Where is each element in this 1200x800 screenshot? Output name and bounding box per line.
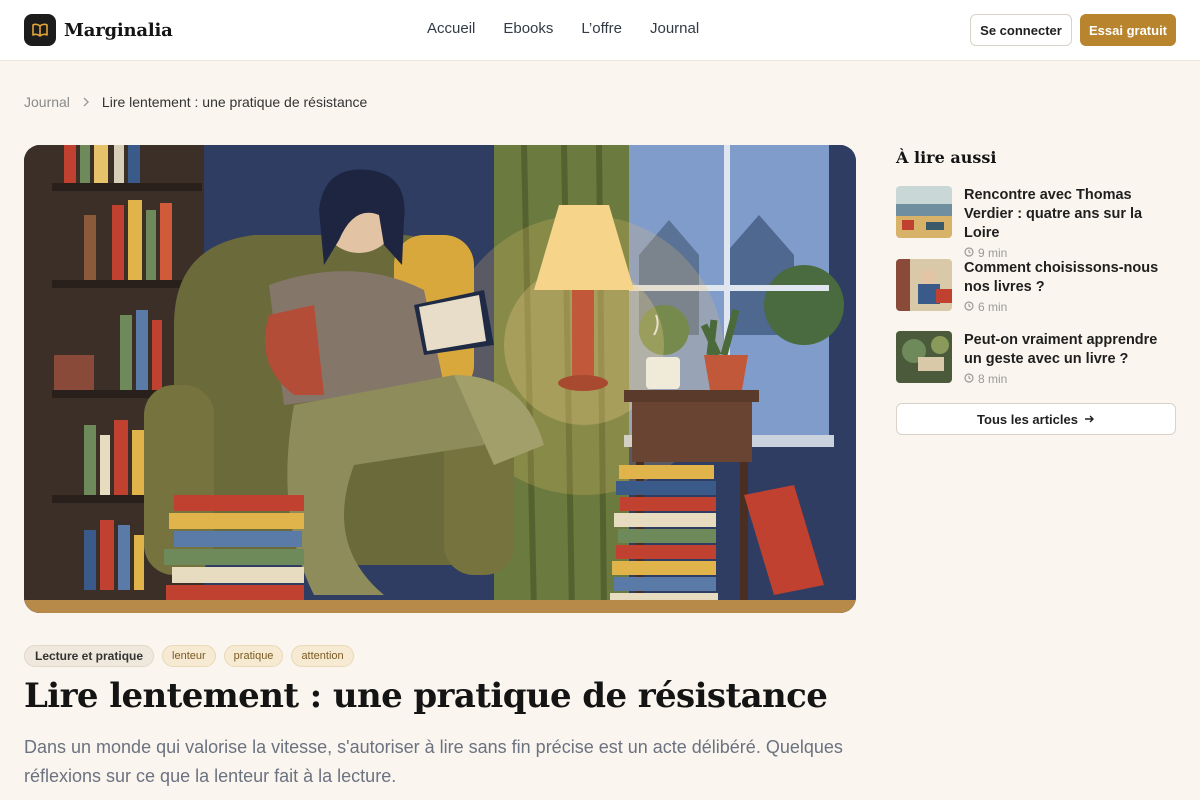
main-nav: Accueil Ebooks L’offre Journal	[427, 20, 699, 37]
login-button[interactable]: Se connecter	[970, 14, 1072, 46]
related-article-title: Comment choisissons-nous nos livres ?	[964, 260, 1159, 295]
brand-logo[interactable]: Marginalia	[24, 14, 173, 46]
chevron-right-icon	[82, 94, 90, 110]
breadcrumb-current: Lire lentement : une pratique de résista…	[101, 94, 368, 110]
related-article-card[interactable]: Comment choisissons-nous nos livres ? 6 …	[896, 259, 1176, 314]
reading-time-text: 9 min	[978, 246, 1008, 260]
breadcrumb: Journal Lire lentement : une pratique de…	[24, 94, 367, 110]
free-trial-button[interactable]: Essai gratuit	[1080, 14, 1176, 46]
article-thumbnail	[896, 259, 952, 311]
reading-time: 8 min	[964, 372, 1176, 386]
related-article-card[interactable]: Rencontre avec Thomas Verdier : quatre a…	[896, 186, 1176, 260]
tag-chip[interactable]: lenteur	[162, 645, 216, 667]
nav-item-journal[interactable]: Journal	[650, 20, 699, 37]
reading-time: 6 min	[964, 300, 1176, 314]
arrow-right-icon	[1084, 412, 1095, 427]
all-articles-button[interactable]: Tous les articles	[896, 403, 1176, 435]
clock-icon	[964, 246, 974, 260]
tag-chip[interactable]: pratique	[223, 645, 284, 667]
reading-time-text: 6 min	[978, 300, 1008, 314]
reading-time: 9 min	[964, 246, 1176, 260]
article-thumbnail	[896, 186, 952, 238]
tag-chip[interactable]: attention	[291, 645, 354, 667]
category-badge[interactable]: Lecture et pratique	[24, 645, 155, 667]
open-book-icon	[24, 14, 56, 46]
brand-name: Marginalia	[64, 19, 173, 41]
all-articles-label: Tous les articles	[977, 411, 1078, 427]
article-tags: Lecture et pratique lenteur pratique att…	[24, 645, 354, 667]
related-article-card[interactable]: Peut-on vraiment apprendre un geste avec…	[896, 331, 1176, 386]
clock-icon	[964, 372, 974, 386]
nav-item-accueil[interactable]: Accueil	[427, 20, 475, 37]
reading-time-text: 8 min	[978, 372, 1008, 386]
hero-illustration	[24, 145, 856, 613]
top-navbar: Marginalia Accueil Ebooks L’offre Journa…	[0, 0, 1200, 61]
nav-item-offre[interactable]: L’offre	[581, 20, 622, 37]
article-thumbnail	[896, 331, 952, 383]
article-lead: Dans un monde qui valorise la vitesse, s…	[24, 737, 843, 786]
related-article-title: Peut-on vraiment apprendre un geste avec…	[964, 332, 1158, 367]
article-title: Lire lentement : une pratique de résista…	[24, 676, 828, 716]
related-articles-heading: À lire aussi	[896, 148, 997, 167]
breadcrumb-journal-link[interactable]: Journal	[24, 94, 70, 110]
related-article-title: Rencontre avec Thomas Verdier : quatre a…	[964, 187, 1143, 241]
nav-item-ebooks[interactable]: Ebooks	[503, 20, 553, 37]
clock-icon	[964, 300, 974, 314]
